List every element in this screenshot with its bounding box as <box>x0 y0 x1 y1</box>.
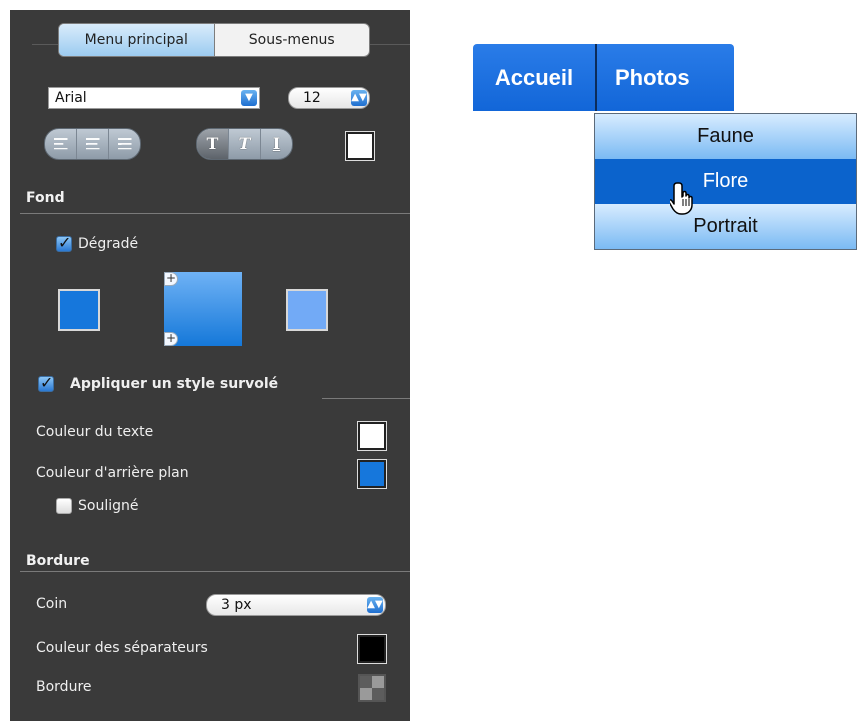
italic-icon: T <box>238 134 251 153</box>
menu-preview-bar: Accueil Photos <box>473 44 734 111</box>
stepper-arrows-icon: ▲▼ <box>367 597 383 613</box>
font-family-select[interactable]: Arial ▼ <box>48 87 260 109</box>
gradient-end-swatch[interactable] <box>286 289 328 331</box>
tab-switcher: Menu principal Sous-menus <box>58 23 370 57</box>
hover-bg-color-swatch[interactable] <box>357 459 387 489</box>
hover-section-divider <box>322 398 410 399</box>
underline-checkbox[interactable] <box>56 498 72 514</box>
stepper-arrows-icon: ▲▼ <box>351 90 367 106</box>
underline-icon: I <box>272 134 281 153</box>
tab-menu-principal[interactable]: Menu principal <box>59 24 215 56</box>
submenu-item-portrait[interactable]: Portrait <box>595 204 856 249</box>
align-left-button[interactable] <box>45 129 77 159</box>
hover-text-color-swatch[interactable] <box>357 421 387 451</box>
text-color-swatch[interactable] <box>345 131 375 161</box>
align-left-icon <box>53 138 68 150</box>
fond-section-title: Fond <box>26 190 65 206</box>
menu-item-photos[interactable]: Photos <box>597 44 690 111</box>
border-style-swatch[interactable] <box>358 674 386 702</box>
hover-style-title: Appliquer un style survolé <box>70 376 279 392</box>
gradient-checkbox[interactable] <box>56 233 72 252</box>
separator-color-swatch[interactable] <box>357 634 387 664</box>
border-label: Bordure <box>36 679 92 695</box>
menu-item-accueil[interactable]: Accueil <box>473 44 597 111</box>
hand-cursor-icon <box>670 182 693 215</box>
align-center-button[interactable] <box>77 129 109 159</box>
bordure-section-title: Bordure <box>26 553 90 569</box>
gradient-handle-bottom[interactable]: + <box>164 332 178 346</box>
italic-button[interactable]: T <box>229 129 261 159</box>
bold-button[interactable]: T <box>197 129 229 159</box>
submenu-dropdown: Faune Flore Portrait <box>594 113 857 250</box>
gradient-preview[interactable]: + + <box>164 272 242 346</box>
corner-label: Coin <box>36 596 68 612</box>
settings-panel: Menu principal Sous-menus Arial ▼ 12 ▲▼ … <box>10 10 410 721</box>
tab-sous-menus[interactable]: Sous-menus <box>215 24 370 56</box>
bordure-section-divider <box>20 571 410 572</box>
align-right-button[interactable] <box>109 129 140 159</box>
submenu-item-faune[interactable]: Faune <box>595 114 856 159</box>
corner-value: 3 px <box>221 597 252 613</box>
underline-label: Souligné <box>78 498 139 514</box>
align-center-icon <box>85 138 100 150</box>
font-size-stepper[interactable]: 12 ▲▼ <box>288 87 370 109</box>
gradient-label: Dégradé <box>78 236 139 252</box>
text-color-label: Couleur du texte <box>36 424 154 440</box>
gradient-start-swatch[interactable] <box>58 289 100 331</box>
bg-color-label: Couleur d'arrière plan <box>36 465 189 481</box>
chevron-down-icon: ▼ <box>241 90 257 106</box>
align-right-icon <box>117 138 132 150</box>
submenu-item-flore[interactable]: Flore <box>595 159 856 204</box>
text-style-group: T T I <box>196 128 293 160</box>
text-align-group <box>44 128 141 160</box>
gradient-handle-top[interactable]: + <box>164 272 178 286</box>
bold-icon: T <box>206 134 219 153</box>
separator-color-label: Couleur des séparateurs <box>36 640 208 656</box>
font-size-value: 12 <box>303 90 321 106</box>
fond-section-divider <box>20 213 410 214</box>
font-family-value: Arial <box>55 90 87 106</box>
hover-style-checkbox[interactable] <box>38 373 54 392</box>
underline-button[interactable]: I <box>261 129 292 159</box>
corner-select[interactable]: 3 px ▲▼ <box>206 594 386 616</box>
